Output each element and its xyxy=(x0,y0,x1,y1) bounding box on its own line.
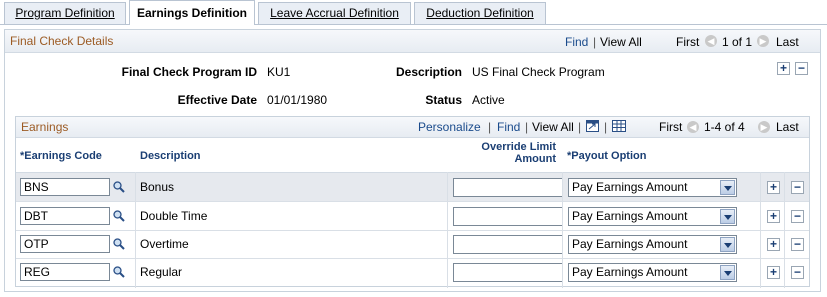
tab-bar: Program Definition Earnings Definition L… xyxy=(0,0,827,25)
add-row-icon[interactable]: + xyxy=(767,181,780,194)
final-check-title: Final Check Details xyxy=(10,34,114,48)
tab-label: Program Definition xyxy=(15,6,115,20)
add-row-icon[interactable]: + xyxy=(767,266,780,279)
add-row-icon[interactable]: + xyxy=(767,238,780,251)
separator: | xyxy=(604,120,608,134)
status-label: Status xyxy=(425,93,462,107)
tab-earnings-definition[interactable]: Earnings Definition xyxy=(129,0,255,25)
tab-label: Leave Accrual Definition xyxy=(270,6,399,20)
status-value: Active xyxy=(472,93,505,107)
lookup-icon[interactable] xyxy=(113,210,125,222)
lookup-icon[interactable] xyxy=(113,266,125,278)
last-label: Last xyxy=(776,120,799,134)
delete-row-icon[interactable]: − xyxy=(791,210,804,223)
column-divider xyxy=(784,172,785,288)
description-value: US Final Check Program xyxy=(472,65,605,79)
last-label: Last xyxy=(776,35,799,49)
final-check-header: Final Check Details Find | View All Firs… xyxy=(5,30,820,53)
effective-date-label: Effective Date xyxy=(177,93,257,107)
chevron-down-icon[interactable] xyxy=(720,265,735,280)
tab-leave-accrual-definition[interactable]: Leave Accrual Definition xyxy=(258,2,411,24)
earnings-grid: Earnings Personalize | Find | View All |… xyxy=(15,116,810,288)
earnings-grid-header: Earnings Personalize | Find | View All |… xyxy=(16,117,809,138)
earnings-description: Overtime xyxy=(140,237,189,251)
zoom-grid-icon[interactable] xyxy=(586,120,599,132)
find-link[interactable]: Find xyxy=(497,120,520,134)
payout-option-value: Pay Earnings Amount xyxy=(572,237,688,251)
prev-icon[interactable]: ◀ xyxy=(705,35,717,47)
download-grid-icon[interactable] xyxy=(612,120,626,132)
view-all-link[interactable]: View All xyxy=(532,120,574,134)
program-id-label: Final Check Program ID xyxy=(121,65,257,79)
chevron-down-icon[interactable] xyxy=(720,209,735,224)
next-icon[interactable]: ▶ xyxy=(758,121,770,133)
col-override-line1: Override Limit xyxy=(481,141,556,153)
find-link[interactable]: Find xyxy=(565,35,588,49)
column-divider xyxy=(760,172,761,288)
override-limit-input[interactable] xyxy=(453,207,563,226)
column-divider xyxy=(135,172,136,288)
earnings-description: Bonus xyxy=(140,180,175,194)
separator: | xyxy=(525,120,529,134)
override-limit-input[interactable] xyxy=(453,178,563,197)
separator: | xyxy=(578,120,582,134)
payout-option-value: Pay Earnings Amount xyxy=(572,209,688,223)
column-divider xyxy=(447,172,448,288)
payout-option-select[interactable]: Pay Earnings Amount xyxy=(568,263,737,282)
delete-row-icon[interactable]: − xyxy=(791,181,804,194)
tab-label: Deduction Definition xyxy=(426,6,534,20)
add-row-icon[interactable]: + xyxy=(777,62,790,75)
col-description[interactable]: Description xyxy=(140,150,201,162)
earnings-column-headers: *Earnings Code Description Override Limi… xyxy=(16,138,809,173)
earnings-description: Double Time xyxy=(140,209,208,223)
lookup-icon[interactable] xyxy=(113,238,125,250)
effective-date-value: 01/01/1980 xyxy=(267,93,328,107)
tab-deduction-definition[interactable]: Deduction Definition xyxy=(414,2,546,24)
add-row-icon[interactable]: + xyxy=(767,210,780,223)
chevron-down-icon[interactable] xyxy=(720,237,735,252)
col-override-limit[interactable]: Override Limit Amount xyxy=(456,141,556,165)
first-label: First xyxy=(676,35,700,49)
tab-label: Earnings Definition xyxy=(136,6,247,20)
final-check-details-box: Final Check Details Find | View All Firs… xyxy=(4,29,821,292)
payout-option-select[interactable]: Pay Earnings Amount xyxy=(568,235,737,254)
payout-option-value: Pay Earnings Amount xyxy=(572,265,688,279)
earnings-description: Regular xyxy=(140,265,183,279)
payout-option-value: Pay Earnings Amount xyxy=(572,180,688,194)
payout-option-select[interactable]: Pay Earnings Amount xyxy=(568,178,737,197)
column-divider xyxy=(562,172,563,288)
personalize-link[interactable]: Personalize xyxy=(418,120,481,134)
col-earnings-code[interactable]: *Earnings Code xyxy=(20,150,102,162)
prev-icon[interactable]: ◀ xyxy=(687,121,699,133)
delete-row-icon[interactable]: − xyxy=(791,266,804,279)
override-limit-input[interactable] xyxy=(453,263,563,282)
program-id-value: KU1 xyxy=(267,65,291,79)
row-range: 1-4 of 4 xyxy=(704,120,745,134)
delete-row-icon[interactable]: − xyxy=(795,62,808,75)
first-label: First xyxy=(659,120,683,134)
separator: | xyxy=(593,35,597,49)
earnings-title: Earnings xyxy=(21,120,69,134)
lookup-icon[interactable] xyxy=(113,181,125,193)
delete-row-icon[interactable]: − xyxy=(791,238,804,251)
col-payout-option[interactable]: *Payout Option xyxy=(567,150,646,162)
view-all-link[interactable]: View All xyxy=(600,35,642,49)
payout-option-select[interactable]: Pay Earnings Amount xyxy=(568,207,737,226)
tab-baseline xyxy=(0,24,827,25)
earnings-code-input[interactable]: OTP xyxy=(20,235,110,253)
separator: | xyxy=(488,120,492,134)
description-label: Description xyxy=(395,65,462,79)
earnings-code-input[interactable]: BNS xyxy=(20,178,110,196)
col-override-line2: Amount xyxy=(514,153,556,165)
earnings-code-input[interactable]: DBT xyxy=(20,207,110,225)
override-limit-input[interactable] xyxy=(453,235,563,254)
row-range: 1 of 1 xyxy=(722,35,753,49)
chevron-down-icon[interactable] xyxy=(720,180,735,195)
next-icon[interactable]: ▶ xyxy=(757,35,769,47)
tab-program-definition[interactable]: Program Definition xyxy=(4,2,126,24)
earnings-code-input[interactable]: REG xyxy=(20,263,110,281)
